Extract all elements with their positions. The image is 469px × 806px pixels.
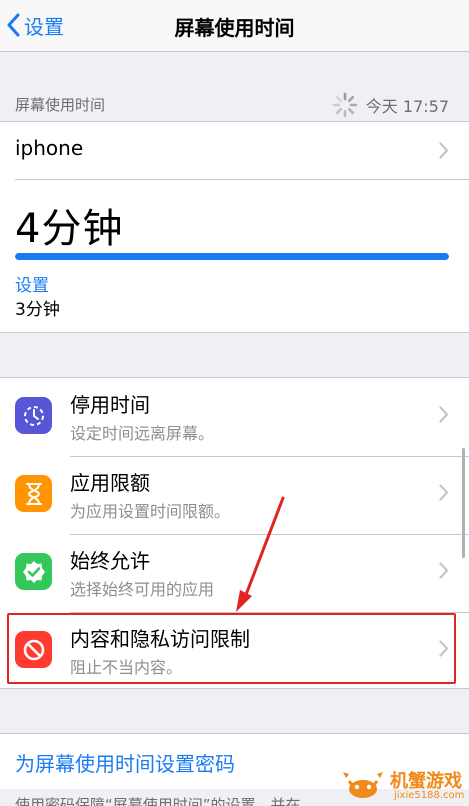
option-subtitle: 设定时间远离屏幕。 — [70, 424, 215, 443]
option-subtitle: 选择始终可用的应用 — [70, 580, 215, 599]
checkmark-badge-icon — [15, 553, 52, 590]
app-limits-row[interactable]: 应用限额 为应用设置时间限额。 — [0, 456, 469, 534]
device-row[interactable]: iphone — [0, 122, 469, 179]
scroll-indicator — [462, 448, 465, 558]
navigation-bar: 设置 屏幕使用时间 — [0, 0, 469, 52]
update-timestamp: 今天 17:57 — [365, 97, 449, 116]
loading-spinner-icon — [332, 92, 358, 118]
downtime-row[interactable]: 停用时间 设定时间远离屏幕。 — [0, 378, 469, 456]
chevron-right-icon — [439, 562, 449, 579]
divider — [15, 179, 469, 180]
watermark-url: jixie5188.com — [394, 790, 465, 801]
chevron-right-icon — [439, 406, 449, 423]
set-passcode-link[interactable]: 为屏幕使用时间设置密码 — [15, 748, 235, 777]
summary-section-header: 屏幕使用时间 今天 17:57 — [0, 88, 469, 120]
usage-bar-fill — [15, 253, 449, 260]
option-subtitle: 为应用设置时间限额。 — [70, 502, 231, 521]
crab-logo-icon — [343, 772, 383, 798]
chevron-right-icon — [439, 142, 449, 159]
hourglass-icon — [15, 475, 52, 512]
update-status: 今天 17:57 — [332, 92, 449, 118]
option-title: 始终允许 — [70, 549, 150, 573]
page-title: 屏幕使用时间 — [174, 16, 295, 40]
downtime-icon — [15, 397, 52, 434]
watermark: 机蟹游戏 jixie5188.com — [340, 766, 468, 806]
category-name: 设置 — [15, 276, 49, 296]
total-usage-time: 4分钟 — [15, 206, 124, 252]
chevron-right-icon — [439, 484, 449, 501]
always-allowed-row[interactable]: 始终允许 选择始终可用的应用 — [0, 534, 469, 612]
highlight-box — [7, 613, 456, 684]
option-title: 应用限额 — [70, 471, 150, 495]
device-name: iphone — [15, 136, 84, 160]
option-title: 停用时间 — [70, 393, 150, 417]
passcode-footnote: 使用密码保障“屏幕使用时间”的设置，并在 — [15, 796, 301, 806]
section-label: 屏幕使用时间 — [15, 96, 106, 114]
usage-bar — [15, 253, 449, 260]
usage-summary-card: iphone 4分钟 设置 3分钟 — [0, 121, 469, 333]
category-time: 3分钟 — [15, 300, 60, 320]
